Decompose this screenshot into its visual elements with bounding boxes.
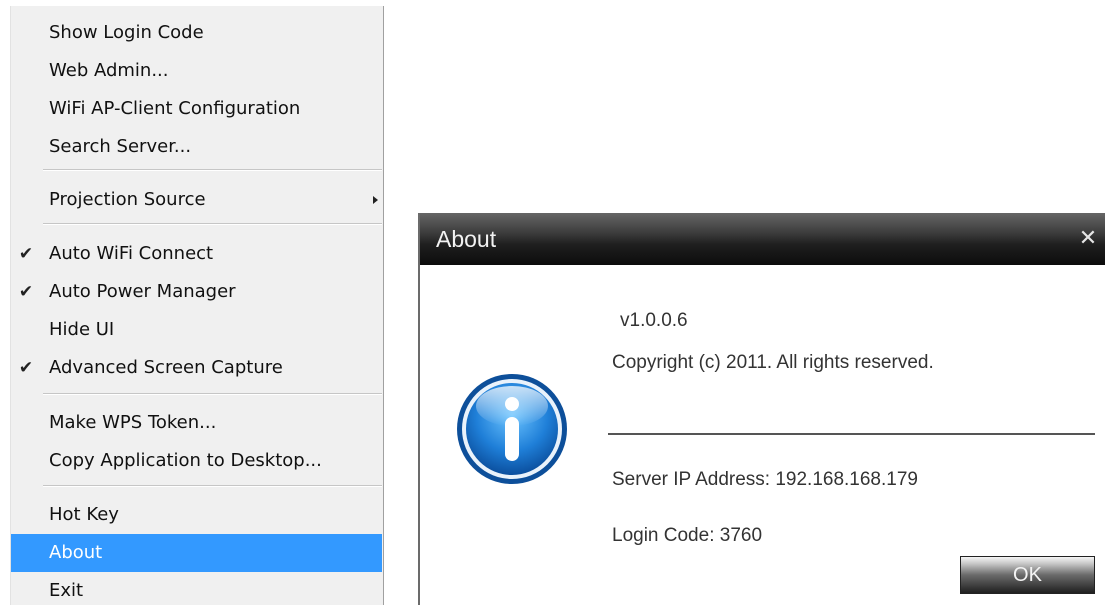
- menu-item-about[interactable]: About: [11, 534, 382, 572]
- menu-item-auto-wifi-connect[interactable]: ✔ Auto WiFi Connect: [11, 235, 382, 273]
- checkmark-icon: ✔: [18, 358, 34, 378]
- menu-item-label: Show Login Code: [49, 22, 204, 43]
- menu-item-label: Advanced Screen Capture: [49, 357, 283, 378]
- menu-item-label: Web Admin...: [49, 60, 169, 81]
- divider: [608, 433, 1095, 435]
- menu-item-label: Copy Application to Desktop...: [49, 450, 322, 471]
- menu-item-advanced-screen-capture[interactable]: ✔ Advanced Screen Capture: [11, 349, 382, 387]
- menu-item-copy-application-to-desktop[interactable]: Copy Application to Desktop...: [11, 442, 382, 480]
- context-menu: Show Login Code Web Admin... WiFi AP-Cli…: [10, 6, 384, 605]
- menu-separator: [43, 485, 382, 487]
- menu-item-label: About: [49, 542, 103, 563]
- dialog-title: About: [436, 226, 497, 252]
- menu-item-projection-source[interactable]: Projection Source: [11, 181, 382, 219]
- menu-item-label: Hide UI: [49, 319, 115, 340]
- dialog-titlebar[interactable]: About ✕: [420, 213, 1105, 265]
- menu-item-make-wps-token[interactable]: Make WPS Token...: [11, 404, 382, 442]
- info-icon: [457, 374, 567, 484]
- checkmark-icon: ✔: [18, 244, 34, 264]
- menu-item-label: Auto Power Manager: [49, 281, 236, 302]
- menu-item-label: Auto WiFi Connect: [49, 243, 214, 264]
- menu-item-label: Search Server...: [49, 136, 192, 157]
- login-code-text: Login Code: 3760: [612, 525, 763, 546]
- menu-item-auto-power-manager[interactable]: ✔ Auto Power Manager: [11, 273, 382, 311]
- about-dialog: About ✕ v1.0.0.6 Copyright (c) 2011. All…: [418, 213, 1105, 605]
- checkmark-icon: ✔: [18, 282, 34, 302]
- menu-item-search-server[interactable]: Search Server...: [11, 128, 382, 166]
- submenu-arrow-icon: [373, 196, 378, 204]
- ok-button[interactable]: OK: [960, 556, 1095, 594]
- menu-item-label: Hot Key: [49, 504, 119, 525]
- menu-separator: [43, 393, 382, 395]
- menu-item-show-login-code[interactable]: Show Login Code: [11, 14, 382, 52]
- menu-item-hot-key[interactable]: Hot Key: [11, 496, 382, 534]
- menu-item-web-admin[interactable]: Web Admin...: [11, 52, 382, 90]
- menu-item-label: WiFi AP-Client Configuration: [49, 98, 301, 119]
- menu-item-wifi-ap-client-configuration[interactable]: WiFi AP-Client Configuration: [11, 90, 382, 128]
- menu-item-exit[interactable]: Exit: [11, 572, 382, 605]
- menu-item-hide-ui[interactable]: Hide UI: [11, 311, 382, 349]
- close-icon[interactable]: ✕: [1075, 227, 1101, 251]
- menu-item-label: Make WPS Token...: [49, 412, 217, 433]
- version-text: v1.0.0.6: [620, 310, 688, 331]
- server-ip-text: Server IP Address: 192.168.168.179: [612, 469, 918, 490]
- menu-separator: [43, 223, 382, 225]
- menu-separator: [43, 169, 382, 171]
- copyright-text: Copyright (c) 2011. All rights reserved.: [612, 352, 934, 373]
- menu-item-label: Projection Source: [49, 189, 206, 210]
- menu-item-label: Exit: [49, 580, 84, 601]
